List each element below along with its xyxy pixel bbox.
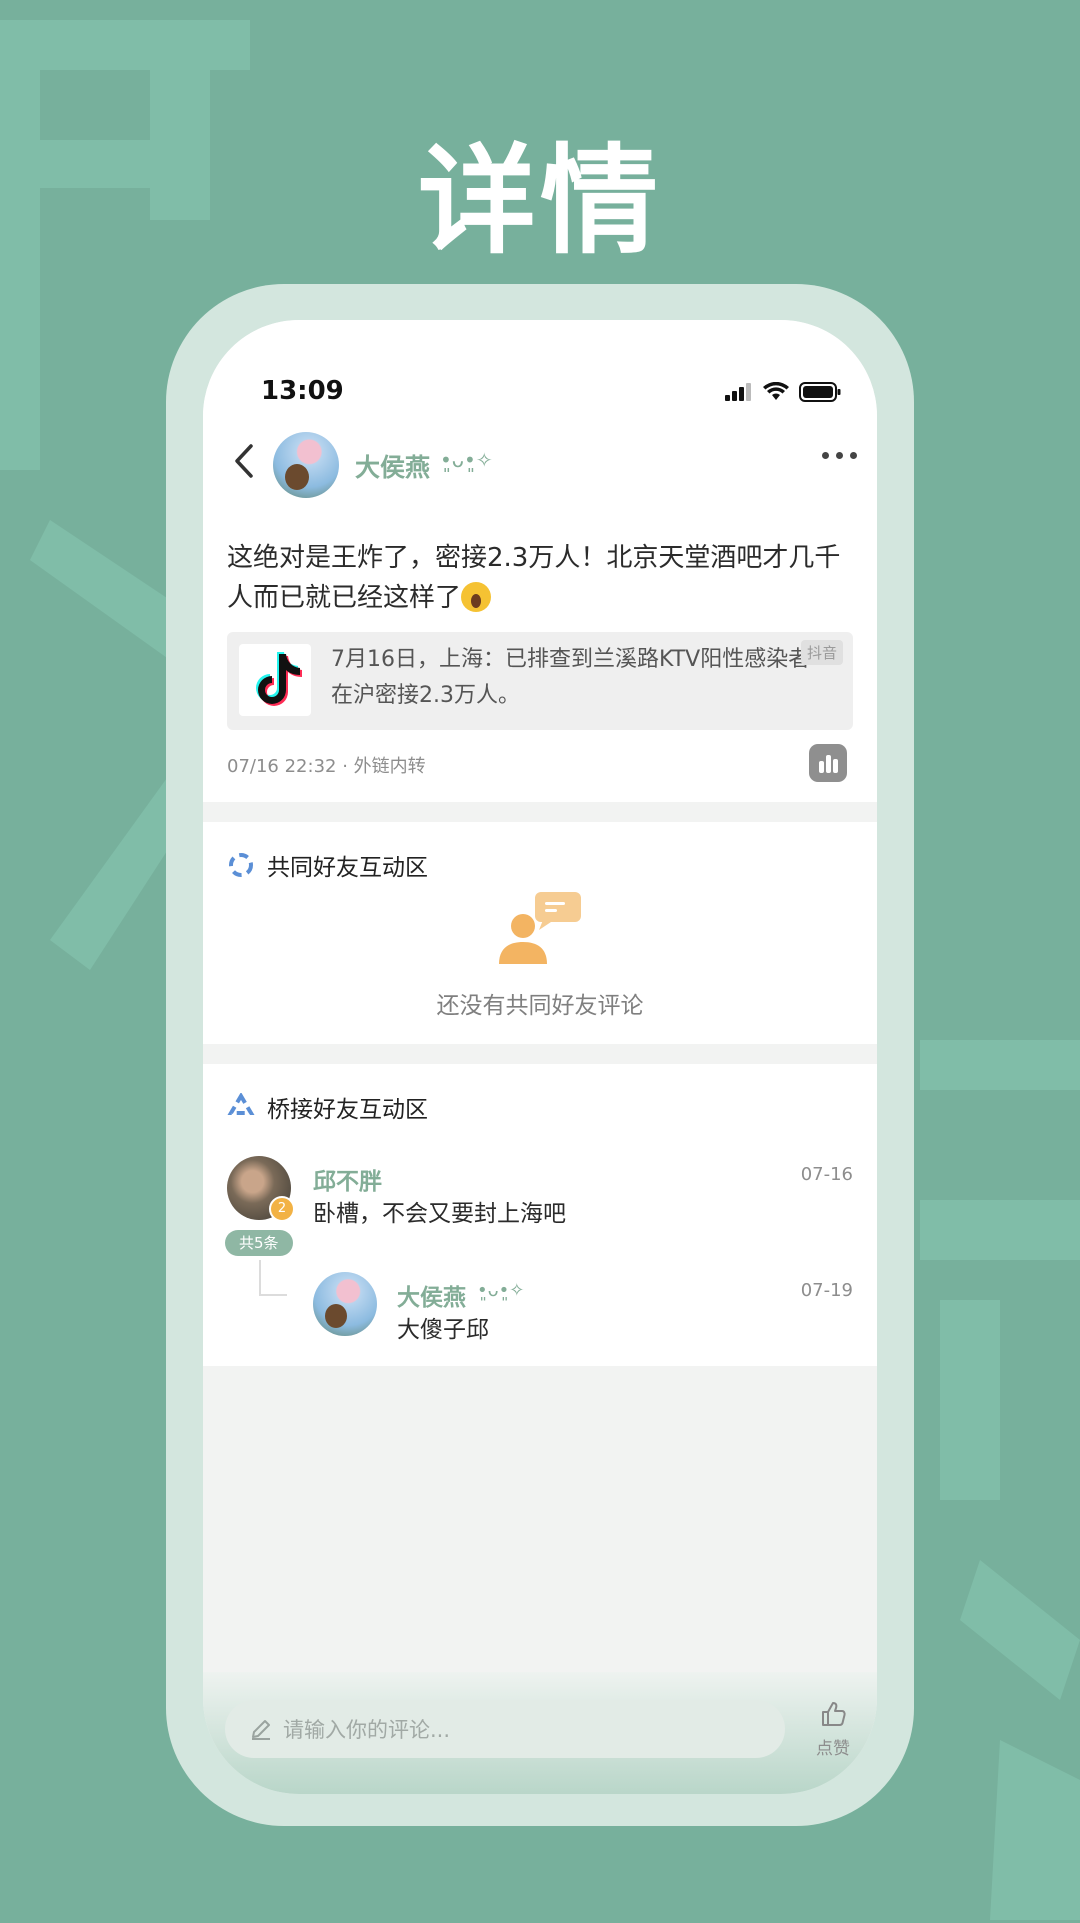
bridge-section-title: 桥接好友互动区 — [267, 1097, 428, 1123]
scream-emoji-icon — [461, 582, 492, 612]
reply-date: 07-19 — [800, 1280, 853, 1301]
thread-connector — [259, 1260, 287, 1296]
more-options-icon[interactable] — [822, 452, 857, 459]
mutual-section-title: 共同好友互动区 — [267, 855, 428, 881]
comment-input[interactable]: 请输入你的评论... — [225, 1700, 785, 1758]
bridge-friends-icon — [227, 1093, 255, 1115]
signal-icon — [725, 383, 751, 401]
tiktok-icon — [239, 644, 311, 716]
author-name[interactable]: 大侯燕 — [355, 448, 430, 484]
level-badge: 2 — [269, 1196, 295, 1222]
stats-icon[interactable] — [809, 744, 847, 782]
status-icons — [725, 382, 841, 402]
like-label: 点赞 — [816, 1739, 850, 1759]
post-body: 这绝对是王炸了，密接2.3万人！北京天堂酒吧才几千人而已就已经这样了 — [227, 543, 841, 613]
link-card[interactable]: 7月16日，上海：已排查到兰溪路KTV阳性感染者在沪密接2.3万人。 抖音 — [227, 632, 853, 730]
back-arrow-icon[interactable] — [225, 436, 265, 486]
empty-comments-icon — [499, 892, 581, 964]
mutual-friends-section: 共同好友互动区 还没有共同好友评论 — [203, 822, 877, 1044]
background-decoration — [900, 1040, 1080, 1920]
reply-author-avatar[interactable] — [313, 1272, 377, 1336]
link-source-tag: 抖音 — [800, 640, 843, 665]
reply-author-decoration: •͈ᴗ•͈✧ — [477, 1280, 525, 1301]
reply-count-pill[interactable]: 共5条 — [225, 1230, 293, 1256]
thumbs-up-icon — [822, 1702, 846, 1726]
mutual-friends-icon — [229, 853, 253, 877]
bridge-friends-section: 桥接好友互动区 2 邱不胖 07-16 卧槽，不会又要封上海吧 共5条 大侯燕 … — [203, 1064, 877, 1366]
status-bar: 13:09 — [203, 320, 877, 410]
wifi-icon — [763, 382, 789, 400]
reply-author[interactable]: 大侯燕 — [397, 1278, 466, 1312]
comment-placeholder: 请输入你的评论... — [283, 1718, 451, 1742]
comment-author[interactable]: 邱不胖 — [313, 1162, 382, 1196]
link-card-title: 7月16日，上海：已排查到兰溪路KTV阳性感染者在沪密接2.3万人。 — [331, 647, 811, 708]
top-navigation: 大侯燕 •͈ᴗ•͈✧ — [203, 410, 877, 520]
like-button[interactable]: 点赞 — [811, 1700, 855, 1759]
pencil-icon — [252, 1720, 270, 1740]
battery-icon — [799, 382, 841, 402]
comment-date: 07-16 — [800, 1164, 853, 1185]
status-time: 13:09 — [261, 376, 344, 406]
author-avatar[interactable] — [273, 432, 339, 498]
reply-text: 大傻子邱 — [397, 1317, 489, 1343]
bottom-comment-bar: 请输入你的评论... 点赞 — [203, 1672, 877, 1794]
promo-title: 详情 — [417, 132, 662, 270]
post-meta: 07/16 22:32 · 外链内转 — [227, 756, 426, 777]
comment-text: 卧槽，不会又要封上海吧 — [313, 1201, 566, 1227]
author-name-decoration: •͈ᴗ•͈✧ — [440, 448, 493, 472]
empty-comments-text: 还没有共同好友评论 — [436, 993, 644, 1019]
phone-screen: 13:09 大侯燕 •͈ᴗ•͈✧ 这绝对是王炸了，密接2.3万人！北京天堂酒吧才… — [203, 320, 877, 1794]
post-card: 这绝对是王炸了，密接2.3万人！北京天堂酒吧才几千人而已就已经这样了 7月16日… — [203, 520, 877, 802]
post-text: 这绝对是王炸了，密接2.3万人！北京天堂酒吧才几千人而已就已经这样了 — [227, 538, 857, 618]
